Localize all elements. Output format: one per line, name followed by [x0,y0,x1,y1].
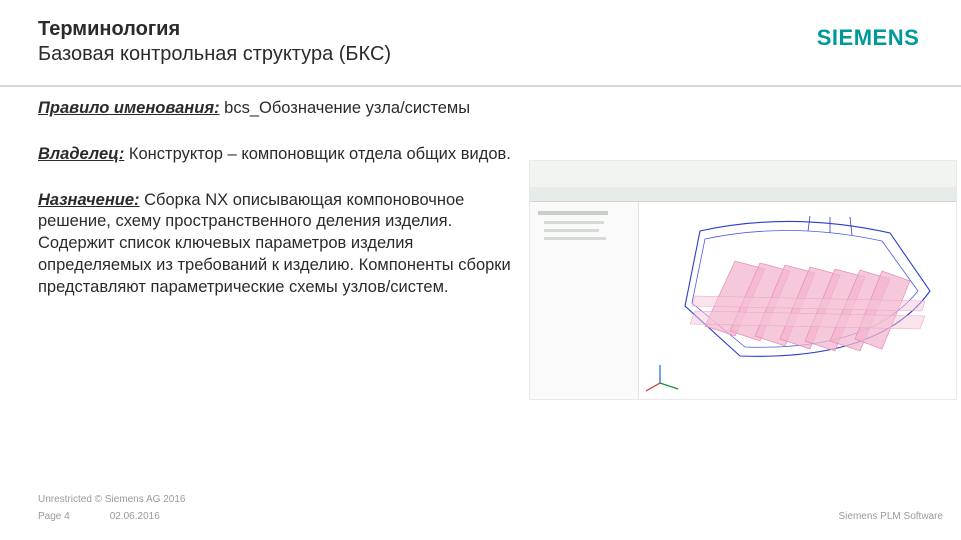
owner-label: Владелец: [38,145,124,163]
owner-value: Конструктор – компоновщик отдела общих в… [124,145,511,163]
slide: Терминология Базовая контрольная структу… [0,0,961,540]
cad-svg [530,161,957,400]
purpose-label: Назначение: [38,191,140,209]
siemens-logo-text: SIEMENS [817,25,920,51]
footer-copyright: Unrestricted © Siemens AG 2016 [38,494,943,505]
siemens-logo: SIEMENS [793,18,943,58]
cad-screenshot [529,160,957,400]
footer-brand: Siemens PLM Software [839,511,944,522]
naming-rule-paragraph: Правило именования: bcs_Обозначение узла… [38,98,518,120]
footer-date: 02.06.2016 [110,511,160,522]
header-divider [0,85,961,87]
owner-paragraph: Владелец: Конструктор – компоновщик отде… [38,144,518,166]
content-text: Правило именования: bcs_Обозначение узла… [38,98,518,322]
naming-rule-label: Правило именования: [38,99,220,117]
purpose-paragraph: Назначение: Сборка NX описывающая компон… [38,190,518,299]
footer-page: Page 4 [38,511,70,522]
naming-rule-value: bcs_Обозначение узла/системы [220,99,471,117]
slide-footer: Unrestricted © Siemens AG 2016 Page 4 02… [38,494,943,522]
